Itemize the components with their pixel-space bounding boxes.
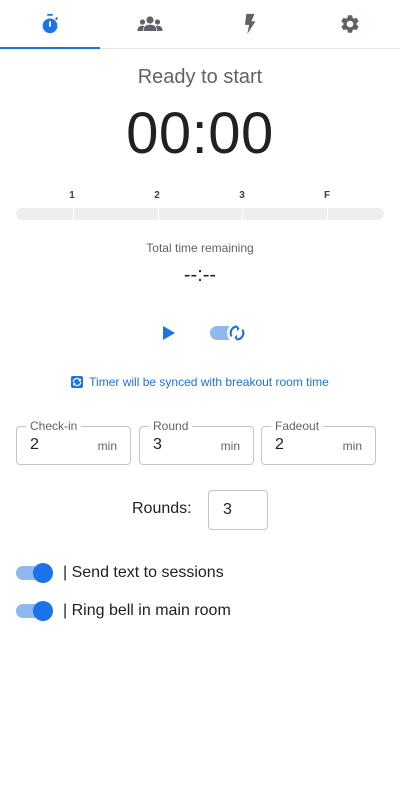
sync-icon bbox=[210, 323, 247, 343]
tab-bar bbox=[0, 0, 400, 49]
tab-actions[interactable] bbox=[200, 0, 300, 48]
checkin-unit: min bbox=[97, 439, 117, 453]
round-field[interactable]: Round 3 min bbox=[139, 419, 254, 465]
progress-marker-round: 3 bbox=[239, 190, 245, 201]
rounds-value: 3 bbox=[223, 501, 232, 518]
play-icon bbox=[163, 326, 175, 340]
progress-marker-fadeout: F bbox=[323, 190, 331, 201]
sync-note-text: Timer will be synced with breakout room … bbox=[89, 375, 329, 389]
timer-status: Ready to start bbox=[137, 66, 263, 88]
play-button[interactable] bbox=[159, 321, 179, 345]
progress-tick bbox=[327, 204, 328, 220]
fadeout-label: Fadeout bbox=[271, 419, 324, 433]
total-time-value: --:-- bbox=[183, 264, 217, 286]
progress-tick bbox=[242, 204, 243, 220]
progress-tick bbox=[73, 204, 74, 220]
round-value[interactable]: 3 bbox=[153, 436, 162, 454]
fadeout-value[interactable]: 2 bbox=[275, 436, 284, 454]
ring-bell-toggle-row[interactable]: | Ring bell in main room bbox=[16, 599, 316, 623]
fadeout-field[interactable]: Fadeout 2 min bbox=[261, 419, 376, 465]
send-text-toggle[interactable] bbox=[16, 561, 56, 585]
gear-icon bbox=[341, 15, 359, 33]
total-time-label: Total time remaining bbox=[146, 241, 254, 255]
progress-track bbox=[16, 208, 384, 220]
rounds-label: Rounds: bbox=[132, 500, 192, 517]
sync-badge-icon bbox=[71, 376, 84, 388]
tab-timer[interactable] bbox=[0, 0, 100, 49]
round-unit: min bbox=[220, 439, 240, 453]
progress-marker-checkin: 1 bbox=[69, 190, 75, 201]
send-text-label: | Send text to sessions bbox=[63, 564, 224, 581]
timer-controls bbox=[0, 320, 400, 346]
groups-icon bbox=[137, 16, 163, 31]
checkin-label: Check-in bbox=[26, 419, 82, 433]
checkin-value[interactable]: 2 bbox=[30, 436, 39, 454]
tab-settings[interactable] bbox=[300, 0, 400, 48]
checkin-field[interactable]: Check-in 2 min bbox=[16, 419, 131, 465]
progress-marker-round: 2 bbox=[154, 190, 160, 201]
ring-bell-toggle[interactable] bbox=[16, 599, 56, 623]
tab-groups[interactable] bbox=[100, 0, 200, 48]
progress-tick bbox=[158, 204, 159, 220]
phase-progress: 1 2 3 F bbox=[16, 190, 384, 222]
rounds-input[interactable]: 3 bbox=[208, 490, 268, 530]
sync-toggle[interactable] bbox=[210, 321, 250, 345]
stopwatch-icon bbox=[42, 13, 59, 34]
timer-clock: 00:00 bbox=[126, 101, 274, 166]
round-label: Round bbox=[149, 419, 193, 433]
ring-bell-label: | Ring bell in main room bbox=[63, 602, 231, 619]
fadeout-unit: min bbox=[342, 439, 362, 453]
bolt-icon bbox=[244, 13, 256, 35]
sync-note: Timer will be synced with breakout room … bbox=[0, 375, 400, 389]
send-text-toggle-row[interactable]: | Send text to sessions bbox=[16, 561, 316, 585]
